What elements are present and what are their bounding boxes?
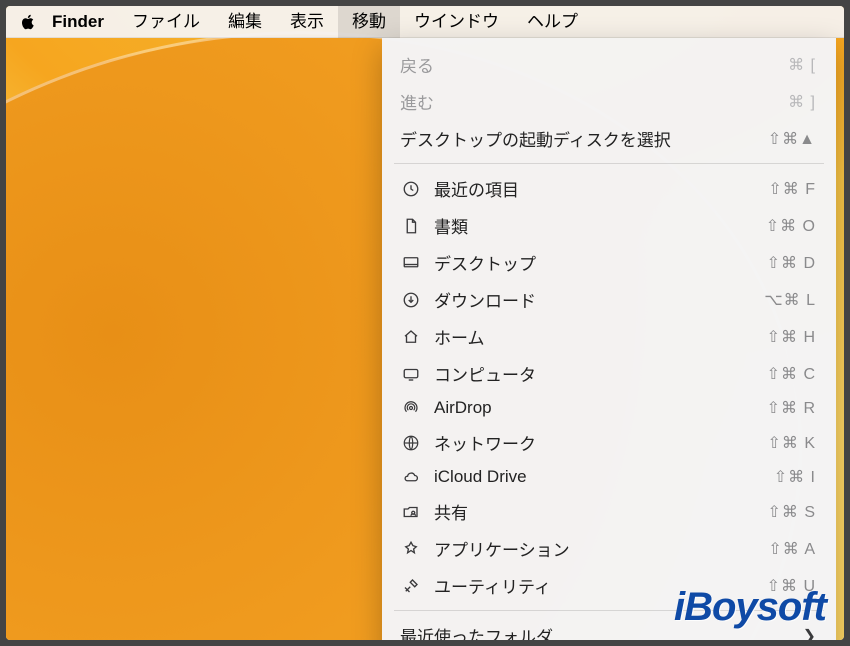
shortcut-label: ⌘ [ <box>788 55 816 75</box>
desktop-icon <box>400 254 422 272</box>
menu-item-label: 進む <box>400 89 776 114</box>
shortcut-label: ⇧⌘ R <box>767 398 816 418</box>
shortcut-label: ⇧⌘ S <box>767 502 816 522</box>
menu-item-downloads[interactable]: ダウンロード ⌥⌘ L <box>382 281 836 318</box>
menu-item-back: 戻る ⌘ [ <box>382 46 836 83</box>
watermark: iBoysoft <box>674 585 826 630</box>
menu-item-documents[interactable]: 書類 ⇧⌘ O <box>382 207 836 244</box>
menu-item-label: 最近の項目 <box>434 176 756 201</box>
shared-icon <box>400 503 422 521</box>
computer-icon <box>400 365 422 383</box>
menu-item-forward: 進む ⌘ ] <box>382 83 836 120</box>
shortcut-label: ⇧⌘ A <box>768 539 816 559</box>
go-menu-dropdown: 戻る ⌘ [ 進む ⌘ ] デスクトップの起動ディスクを選択 ⇧⌘▲ 最近の項目… <box>382 38 836 640</box>
menu-item-label: コンピュータ <box>434 361 755 386</box>
menu-item-airdrop[interactable]: AirDrop ⇧⌘ R <box>382 392 836 424</box>
menu-item-network[interactable]: ネットワーク ⇧⌘ K <box>382 424 836 461</box>
menu-item-label: 戻る <box>400 52 776 77</box>
shortcut-label: ⇧⌘ H <box>767 327 816 347</box>
menu-item-label: ネットワーク <box>434 430 755 455</box>
download-icon <box>400 291 422 309</box>
menu-item-computer[interactable]: コンピュータ ⇧⌘ C <box>382 355 836 392</box>
utilities-icon <box>400 577 422 595</box>
home-icon <box>400 328 422 346</box>
menu-separator <box>394 163 824 164</box>
menu-item-label: 書類 <box>434 213 754 238</box>
menu-item-recents[interactable]: 最近の項目 ⇧⌘ F <box>382 170 836 207</box>
menu-item-shared[interactable]: 共有 ⇧⌘ S <box>382 493 836 530</box>
menu-item-applications[interactable]: アプリケーション ⇧⌘ A <box>382 530 836 567</box>
menu-window[interactable]: ウインドウ <box>400 6 513 38</box>
menu-item-label: デスクトップの起動ディスクを選択 <box>400 126 756 151</box>
menu-edit[interactable]: 編集 <box>214 6 276 38</box>
apps-icon <box>400 540 422 558</box>
menu-go[interactable]: 移動 <box>338 6 400 38</box>
document-icon <box>400 217 422 235</box>
network-icon <box>400 434 422 452</box>
shortcut-label: ⌘ ] <box>788 92 816 112</box>
shortcut-label: ⇧⌘ I <box>774 467 816 487</box>
menu-bar: Finder ファイル 編集 表示 移動 ウインドウ ヘルプ <box>6 6 844 38</box>
app-name[interactable]: Finder <box>38 6 118 38</box>
shortcut-label: ⇧⌘ C <box>767 364 816 384</box>
shortcut-label: ⇧⌘ K <box>767 433 816 453</box>
menu-item-label: 共有 <box>434 499 755 524</box>
apple-menu[interactable] <box>18 13 38 31</box>
shortcut-label: ⇧⌘▲ <box>768 129 816 149</box>
menu-item-desktop[interactable]: デスクトップ ⇧⌘ D <box>382 244 836 281</box>
menu-item-label: AirDrop <box>434 398 755 418</box>
menu-item-label: デスクトップ <box>434 250 755 275</box>
menu-item-home[interactable]: ホーム ⇧⌘ H <box>382 318 836 355</box>
menu-view[interactable]: 表示 <box>276 6 338 38</box>
icloud-icon <box>400 468 422 486</box>
clock-icon <box>400 180 422 198</box>
shortcut-label: ⇧⌘ O <box>766 216 816 236</box>
menu-help[interactable]: ヘルプ <box>513 6 592 38</box>
menu-item-label: iCloud Drive <box>434 467 762 487</box>
shortcut-label: ⇧⌘ F <box>768 179 816 199</box>
shortcut-label: ⇧⌘ D <box>767 253 816 273</box>
menu-item-label: アプリケーション <box>434 536 756 561</box>
menu-item-icloud-drive[interactable]: iCloud Drive ⇧⌘ I <box>382 461 836 493</box>
airdrop-icon <box>400 399 422 417</box>
menu-file[interactable]: ファイル <box>118 6 214 38</box>
menu-item-label: ダウンロード <box>434 287 752 312</box>
menu-item-select-startup-disk[interactable]: デスクトップの起動ディスクを選択 ⇧⌘▲ <box>382 120 836 157</box>
menu-item-label: ホーム <box>434 324 755 349</box>
shortcut-label: ⌥⌘ L <box>764 290 816 310</box>
